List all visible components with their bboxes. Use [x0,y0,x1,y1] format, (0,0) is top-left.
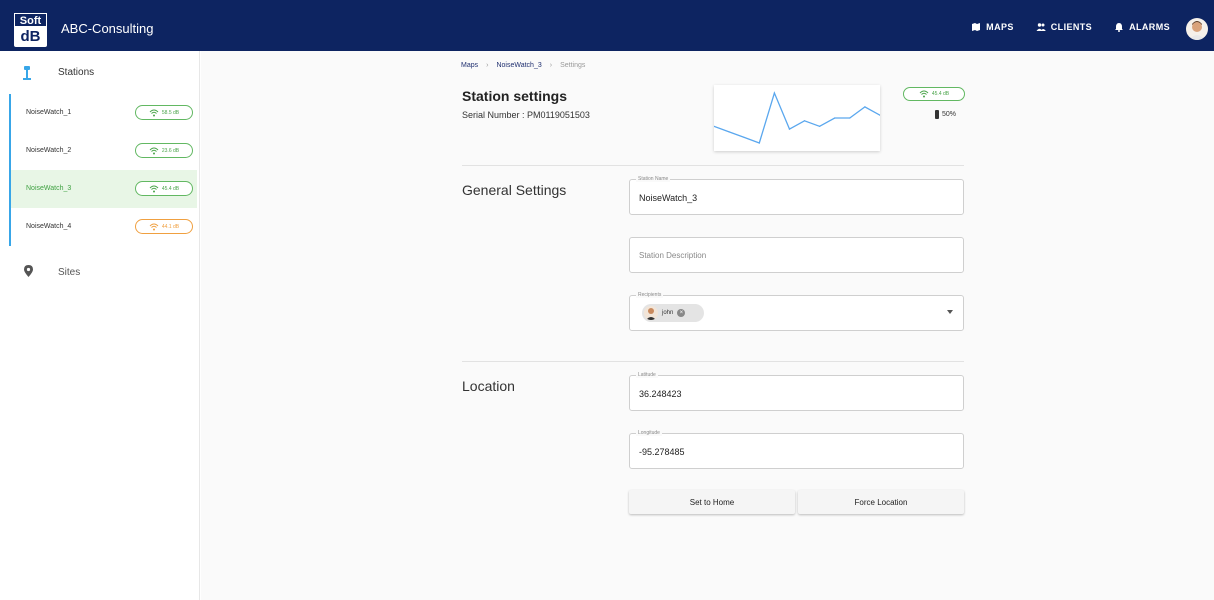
station-description-field[interactable]: Station Description [629,237,964,273]
chart-point [819,125,821,127]
location-title: Location [462,378,515,394]
station-icon [23,66,31,80]
chart-point [849,117,851,119]
station-level-text: 44.1 dB [161,223,180,230]
latitude-value: 36.248423 [639,389,682,399]
battery-text: 50% [942,111,957,118]
wifi-icon [149,185,159,192]
set-to-home-button[interactable]: Set to Home [629,490,795,514]
wifi-icon [149,223,159,230]
station-level-text: 45.4 dB [161,185,180,192]
nav-maps-label: MAPS [986,22,1014,32]
battery-status: 50% [935,110,956,119]
sidebar-stations-label: Stations [58,67,95,78]
station-level-badge: 45.4 dB [135,181,193,196]
general-settings-title: General Settings [462,182,567,198]
company-name: ABC-Consulting [61,21,154,36]
wifi-icon [149,109,159,116]
longitude-label: Longitude [636,430,662,436]
station-item-noisewatch-2[interactable]: NoiseWatch_2 23.6 dB [11,132,197,170]
people-icon [1036,23,1046,31]
app-root: Soft dB ABC-Consulting MAPS CLIENTS ALAR… [0,0,1214,600]
bell-icon [1115,23,1124,32]
divider [462,361,964,362]
chart-point [864,106,866,108]
latitude-field[interactable]: Latitude 36.248423 [629,372,964,411]
page-title: Station settings [462,88,568,104]
map-icon [972,23,981,31]
sidebar: Stations NoiseWatch_1 58.5 dB NoiseWatch… [0,51,200,600]
breadcrumb-separator-icon: › [549,62,553,69]
nav-alarms-button[interactable]: ALARMS [1114,22,1170,32]
station-level-text: 23.6 dB [161,147,180,154]
station-description-placeholder: Station Description [639,251,707,260]
location-pin-icon [24,265,33,277]
nav-clients-button[interactable]: CLIENTS [1036,22,1092,32]
recipient-avatar [644,306,658,320]
longitude-value: -95.278485 [639,447,685,457]
station-name-value: NoiseWatch_3 [639,193,698,203]
wifi-icon [149,147,159,154]
breadcrumb-maps-link[interactable]: Maps [461,62,478,69]
logo-text-bottom: dB [20,28,41,45]
force-location-button[interactable]: Force Location [798,490,964,514]
station-name: NoiseWatch_2 [26,147,72,154]
top-app-bar: Soft dB ABC-Consulting MAPS CLIENTS ALAR… [0,0,1214,51]
station-level-badge: 23.6 dB [135,143,193,158]
top-nav: MAPS CLIENTS ALARMS [971,22,1170,32]
person-icon [646,308,656,320]
station-signal-badge: 45.4 dB [903,87,965,101]
nav-alarms-label: ALARMS [1129,22,1170,32]
logo-text-top: Soft [14,13,47,27]
chart-point [773,92,775,94]
station-item-noisewatch-3[interactable]: NoiseWatch_3 45.4 dB [11,170,197,208]
station-name-field[interactable]: Station Name NoiseWatch_3 [629,176,964,215]
recipients-select[interactable]: Recipients john × [629,292,964,331]
longitude-field[interactable]: Longitude -95.278485 [629,430,964,469]
divider [462,165,964,166]
chart-series-line [714,91,880,144]
breadcrumb-separator-icon: › [486,62,489,69]
main-content: Maps › NoiseWatch_3 › Settings Station s… [201,51,1214,600]
chart-point [758,142,760,144]
wifi-icon [919,90,929,98]
station-name-label: Station Name [636,176,671,182]
station-name: NoiseWatch_1 [26,109,72,116]
softdb-logo[interactable]: Soft dB [14,13,47,47]
dropdown-arrow-icon[interactable] [947,310,953,314]
station-name: NoiseWatch_4 [26,223,72,230]
serial-number: Serial Number : PM0119051503 [462,110,590,120]
chart-point [834,117,836,119]
noise-line-chart [714,91,880,144]
user-avatar-image [1189,21,1205,40]
station-name: NoiseWatch_3 [26,185,72,192]
station-level-badge: 58.5 dB [135,105,193,120]
latitude-label: Latitude [636,372,658,378]
battery-icon [935,110,939,119]
station-signal-text: 45.4 dB [931,91,950,97]
chart-point [728,131,730,133]
station-item-noisewatch-1[interactable]: NoiseWatch_1 58.5 dB [11,94,197,132]
sidebar-sites-label: Sites [58,267,81,278]
nav-clients-label: CLIENTS [1050,22,1093,32]
recipient-chip-label: john [662,310,674,316]
chart-point [803,120,806,122]
remove-chip-icon[interactable]: × [677,309,686,317]
chart-point [788,128,791,130]
breadcrumb-station-link[interactable]: NoiseWatch_3 [496,62,541,69]
chart-point [743,136,745,139]
station-level-badge: 44.1 dB [135,219,193,234]
breadcrumb: Maps › NoiseWatch_3 › Settings [461,62,585,69]
breadcrumb-current: Settings [560,62,586,69]
noise-chart-card [714,85,880,151]
recipients-label: Recipients [636,292,664,298]
station-list: NoiseWatch_1 58.5 dB NoiseWatch_2 23.6 d… [9,94,197,246]
nav-maps-button[interactable]: MAPS [971,22,1014,32]
user-avatar[interactable] [1186,18,1208,40]
station-level-text: 58.5 dB [161,109,180,116]
sidebar-sites-item[interactable]: Sites [0,261,200,281]
recipient-chip[interactable]: john × [642,304,704,322]
sidebar-stations-header[interactable]: Stations [0,63,200,83]
station-item-noisewatch-4[interactable]: NoiseWatch_4 44.1 dB [11,208,197,246]
